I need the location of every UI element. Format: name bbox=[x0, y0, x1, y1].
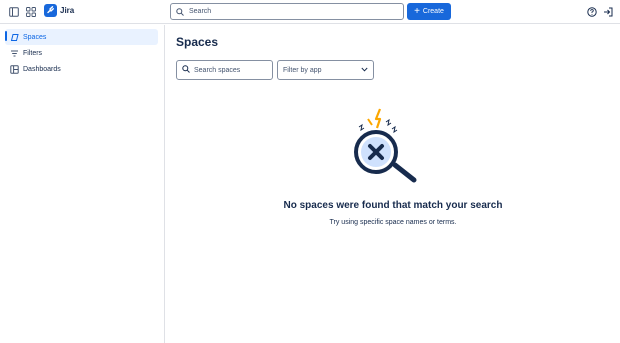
sign-out-icon[interactable] bbox=[601, 5, 615, 19]
dashboard-icon bbox=[10, 64, 19, 74]
active-indicator bbox=[5, 31, 7, 41]
filter-icon bbox=[10, 49, 19, 58]
app-name[interactable]: Jira bbox=[60, 6, 74, 15]
sidebar: Spaces Filters Dashboards bbox=[0, 25, 165, 343]
sidebar-item-spaces[interactable]: Spaces bbox=[5, 29, 158, 45]
sidebar-item-label: Filters bbox=[23, 49, 43, 57]
search-spaces-input[interactable]: Search spaces bbox=[176, 60, 273, 80]
filter-label: Filter by app bbox=[283, 66, 322, 74]
page-title: Spaces bbox=[176, 35, 219, 49]
sidebar-item-filters[interactable]: Filters bbox=[5, 45, 158, 61]
no-results-illustration bbox=[352, 107, 428, 192]
main-content: Spaces Search spaces Filter by app No sp… bbox=[166, 25, 620, 343]
search-icon bbox=[182, 65, 190, 75]
spaces-icon bbox=[10, 33, 19, 42]
create-label: Create bbox=[422, 8, 444, 15]
plus-icon: + bbox=[414, 5, 420, 17]
create-button[interactable]: + Create bbox=[407, 3, 451, 20]
filter-by-app-select[interactable]: Filter by app bbox=[277, 60, 374, 80]
chevron-down-icon bbox=[361, 67, 368, 74]
app-switcher-icon[interactable] bbox=[24, 5, 38, 19]
search-spaces-placeholder: Search spaces bbox=[194, 66, 241, 74]
sidebar-item-label: Spaces bbox=[23, 33, 47, 41]
help-icon[interactable] bbox=[585, 5, 599, 19]
sidebar-toggle-icon[interactable] bbox=[7, 5, 21, 19]
empty-state-subtitle: Try using specific space names or terms. bbox=[329, 219, 457, 226]
search-placeholder: Search bbox=[189, 8, 212, 15]
global-search-input[interactable]: Search bbox=[170, 3, 404, 20]
jira-logo[interactable] bbox=[44, 4, 57, 17]
empty-state-title: No spaces were found that match your sea… bbox=[283, 200, 503, 211]
top-navigation: Jira Search + Create bbox=[0, 0, 620, 24]
sidebar-item-dashboards[interactable]: Dashboards bbox=[5, 61, 158, 77]
sidebar-item-label: Dashboards bbox=[23, 65, 61, 73]
search-icon bbox=[176, 3, 184, 21]
